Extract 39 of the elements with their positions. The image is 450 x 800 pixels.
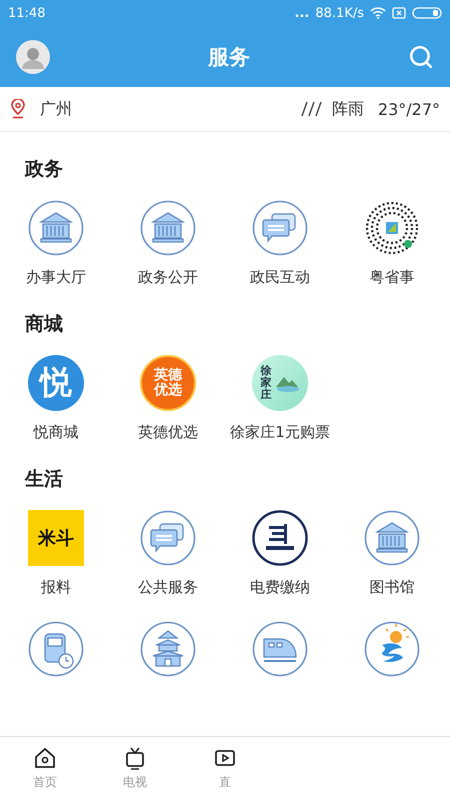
avatar-icon[interactable] bbox=[16, 40, 50, 74]
app-logo[interactable]: 英德 优选 bbox=[140, 355, 196, 411]
tv-icon bbox=[123, 746, 147, 770]
wifi-icon bbox=[370, 7, 386, 19]
temperature: 23°/27° bbox=[378, 100, 440, 118]
section-title: 生活 bbox=[24, 467, 64, 492]
nav-tab[interactable]: 首页 bbox=[0, 737, 90, 800]
service-label: 粤省事 bbox=[370, 268, 414, 287]
service-label: 图书馆 bbox=[370, 578, 414, 597]
mini-program-code-icon[interactable] bbox=[364, 200, 420, 256]
service-label: 电费缴纳 bbox=[250, 578, 310, 597]
network-speed: 88.1K/s bbox=[315, 6, 364, 20]
home-icon bbox=[33, 746, 57, 770]
service-label: 办事大厅 bbox=[26, 268, 86, 287]
city-name[interactable]: 广州 bbox=[40, 98, 72, 120]
location-pin-icon bbox=[10, 99, 26, 119]
search-icon[interactable] bbox=[408, 44, 434, 70]
service-label: 英德优选 bbox=[138, 423, 198, 442]
rain-icon bbox=[300, 100, 324, 118]
section-title: 政务 bbox=[24, 157, 64, 182]
service-label: 悦商城 bbox=[34, 423, 78, 442]
service-label: 徐家庄1元购票 bbox=[230, 423, 330, 442]
service-icon[interactable] bbox=[252, 510, 308, 566]
status-time: 11:48 bbox=[8, 6, 46, 20]
service-label: 报料 bbox=[41, 578, 71, 597]
signal-dots: ... bbox=[294, 6, 310, 20]
service-label: 政民互动 bbox=[250, 268, 310, 287]
weather-text: 阵雨 bbox=[332, 98, 364, 120]
sim-icon bbox=[392, 7, 406, 19]
section-title: 商城 bbox=[24, 312, 64, 337]
service-label: 公共服务 bbox=[138, 578, 198, 597]
battery-icon bbox=[412, 7, 442, 19]
page-title: 服务 bbox=[206, 44, 251, 70]
app-logo[interactable]: 米斗 bbox=[28, 510, 84, 566]
service-label: 政务公开 bbox=[138, 268, 198, 287]
nav-tab[interactable]: 直 bbox=[180, 737, 270, 800]
app-logo[interactable]: 徐家庄 bbox=[252, 355, 308, 411]
app-logo[interactable]: 悦 bbox=[28, 355, 84, 411]
nav-tab[interactable]: 电视 bbox=[90, 737, 180, 800]
